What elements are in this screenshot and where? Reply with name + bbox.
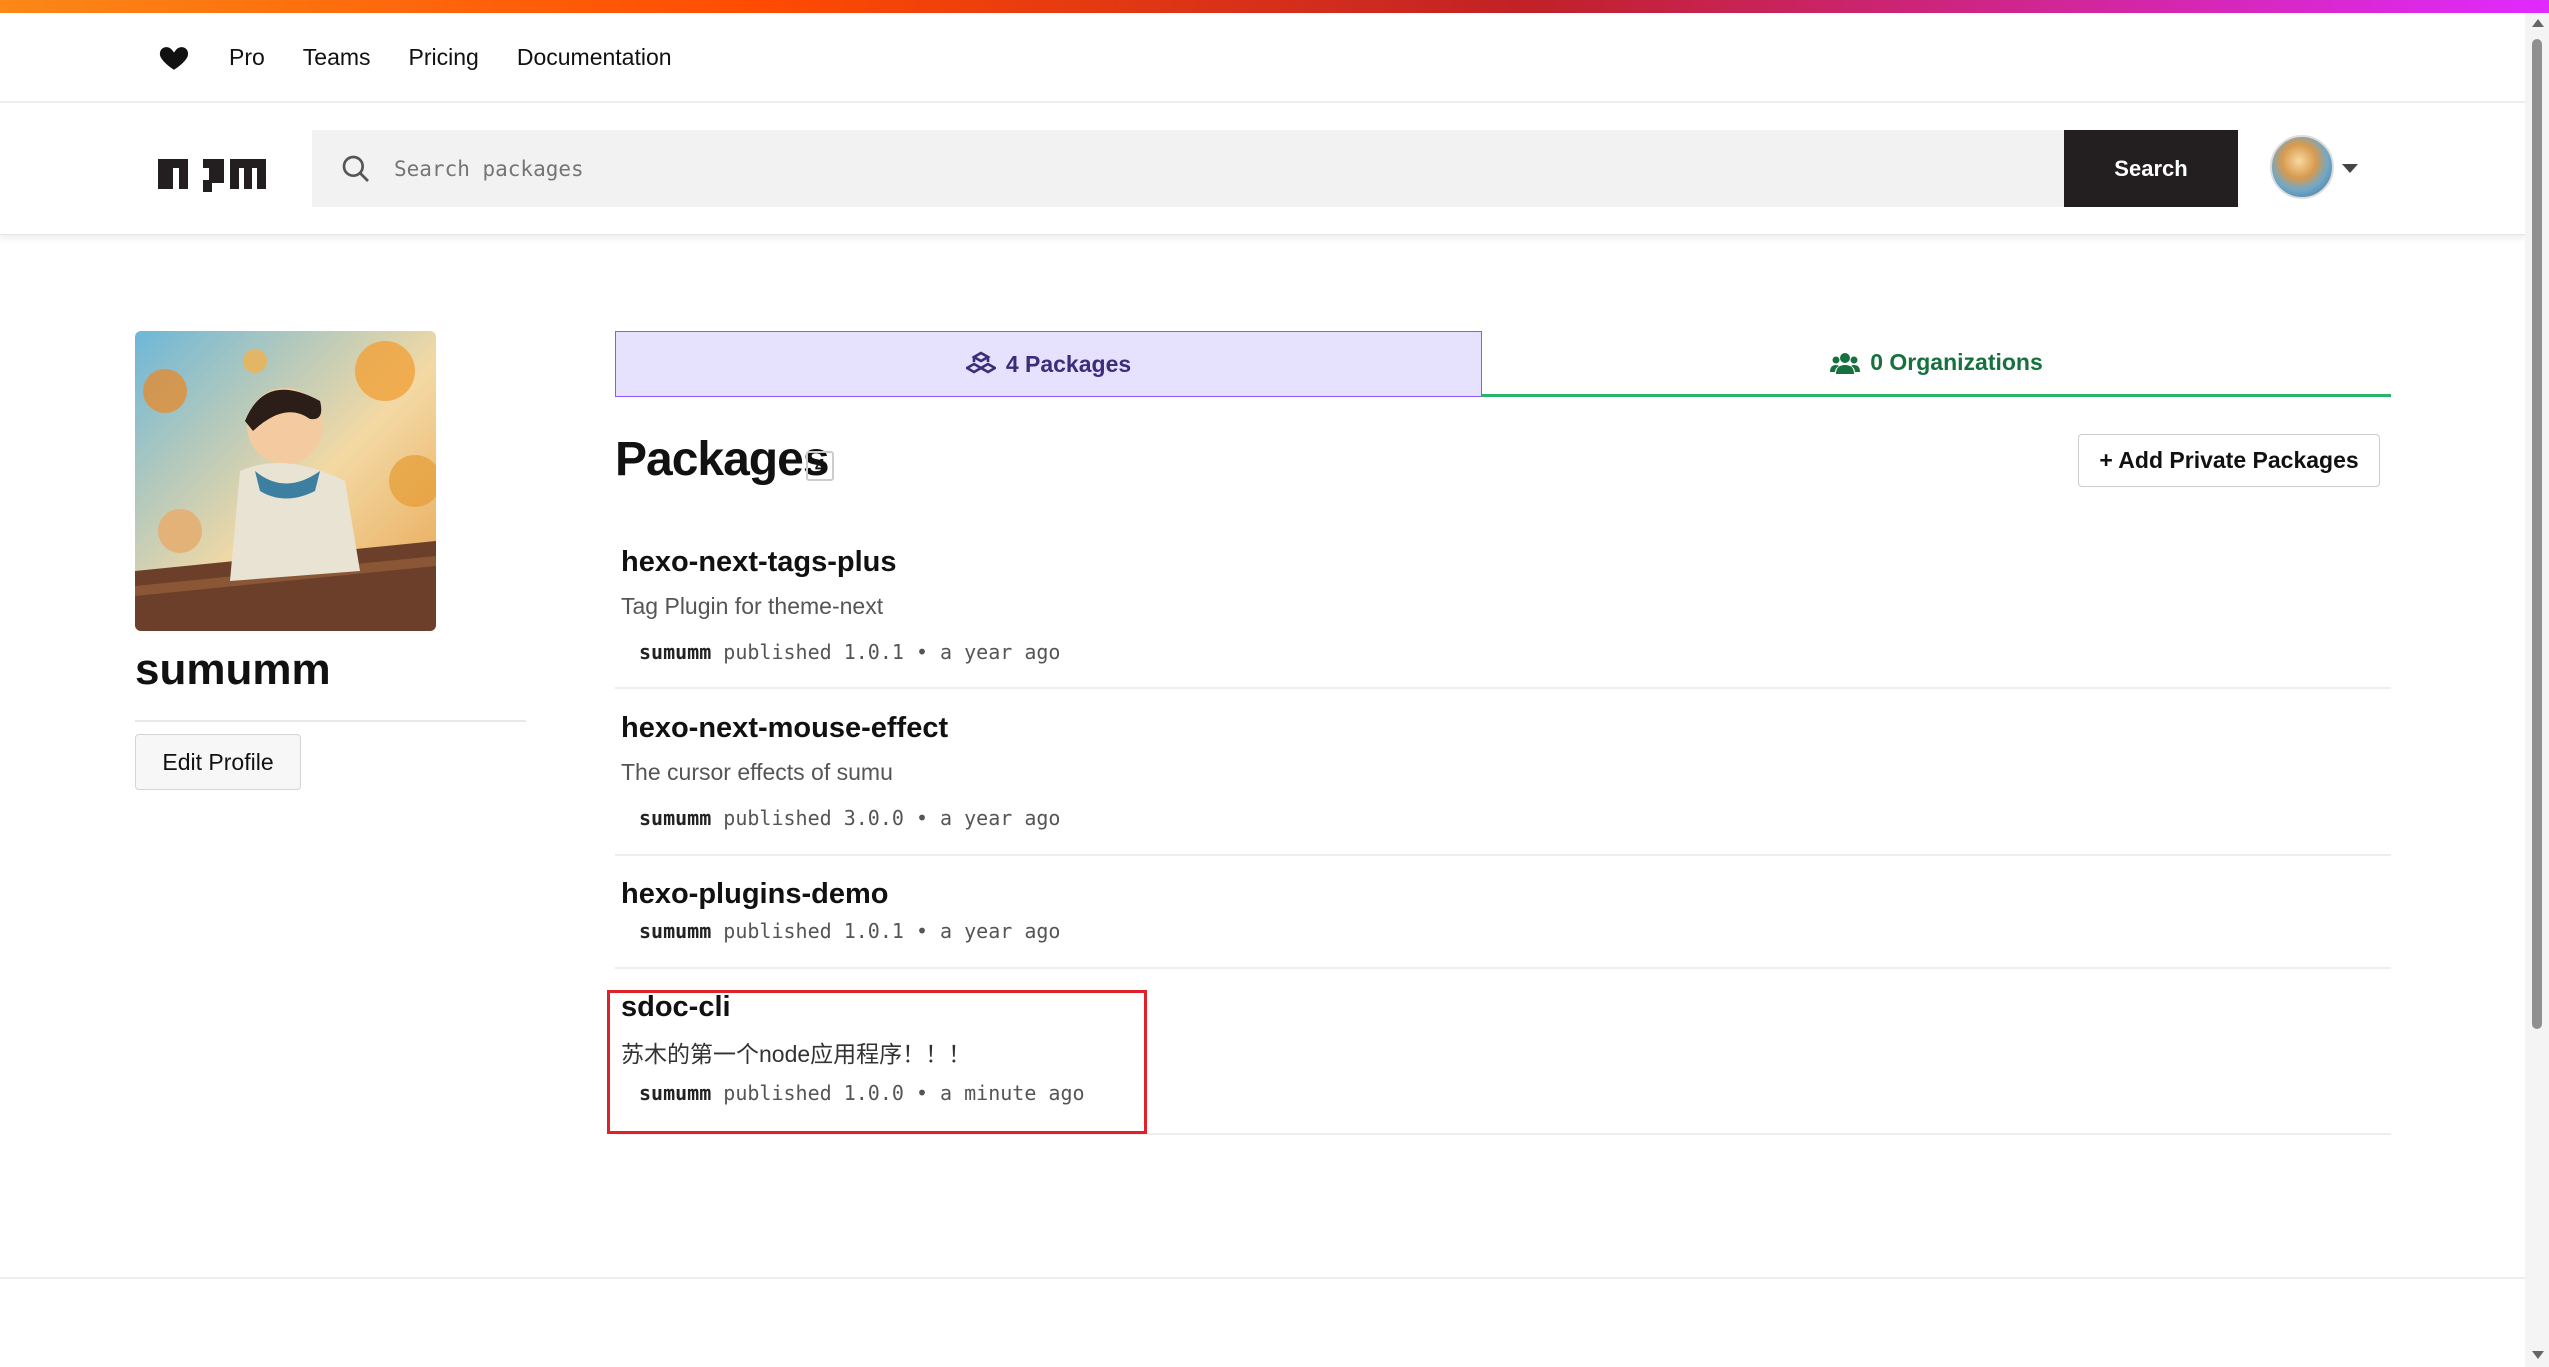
- publish-details: published 1.0.1 • a year ago: [723, 919, 1061, 943]
- publisher-link[interactable]: sumumm: [639, 919, 711, 943]
- publish-details: published 3.0.0 • a year ago: [723, 806, 1061, 830]
- profile-avatar: [135, 331, 436, 631]
- profile-username: sumumm: [135, 645, 331, 694]
- heart-icon[interactable]: [157, 40, 191, 74]
- add-private-packages-button[interactable]: + Add Private Packages: [2078, 434, 2380, 487]
- tab-packages-label: 4 Packages: [1005, 350, 1132, 377]
- users-icon: [1830, 352, 1861, 374]
- nav-documentation-link[interactable]: Documentation: [517, 44, 672, 71]
- nav-teams-link[interactable]: Teams: [303, 44, 371, 71]
- packages-icon: [965, 351, 996, 374]
- brand-stripe: [0, 0, 2549, 13]
- package-name-link[interactable]: hexo-next-mouse-effect: [621, 712, 948, 745]
- packages-count-badge: 4: [806, 451, 834, 481]
- nav-pricing-link[interactable]: Pricing: [409, 44, 479, 71]
- package-publish-info: sumumm published 3.0.0 • a year ago: [639, 806, 1060, 830]
- publish-details: published 1.0.1 • a year ago: [723, 640, 1061, 664]
- package-publish-info: sumumm published 1.0.1 • a year ago: [639, 640, 1060, 664]
- package-list-item: hexo-next-tags-plus Tag Plugin for theme…: [615, 530, 2391, 689]
- package-name-link[interactable]: hexo-plugins-demo: [621, 878, 888, 911]
- package-list-item: hexo-next-mouse-effect The cursor effect…: [615, 689, 2391, 856]
- scroll-up-arrow-icon[interactable]: [2532, 19, 2544, 27]
- npm-logo[interactable]: npm: [158, 153, 266, 195]
- edit-profile-button[interactable]: Edit Profile: [135, 734, 301, 790]
- packages-heading: Packages: [615, 433, 830, 486]
- search-icon: [342, 155, 369, 182]
- footer-divider: [0, 1277, 2525, 1279]
- highlight-box: [607, 990, 1147, 1134]
- scroll-down-arrow-icon[interactable]: [2532, 1351, 2544, 1359]
- package-description: The cursor effects of sumu: [621, 759, 893, 785]
- package-name-link[interactable]: hexo-next-tags-plus: [621, 546, 897, 579]
- package-publish-info: sumumm published 1.0.1 • a year ago: [639, 919, 1060, 943]
- divider: [135, 720, 526, 722]
- scrollbar-thumb[interactable]: [2532, 39, 2542, 1029]
- user-avatar[interactable]: [2270, 135, 2334, 199]
- tab-packages[interactable]: 4 Packages: [615, 331, 1482, 397]
- search-box: [312, 130, 2064, 207]
- publisher-link[interactable]: sumumm: [639, 806, 711, 830]
- chevron-down-icon[interactable]: [2342, 164, 2358, 173]
- scrollbar[interactable]: [2525, 13, 2549, 1367]
- tab-organizations[interactable]: 0 Organizations: [1482, 331, 2391, 397]
- package-description: Tag Plugin for theme-next: [621, 593, 884, 619]
- nav-pro-link[interactable]: Pro: [229, 44, 265, 71]
- publisher-link[interactable]: sumumm: [639, 640, 711, 664]
- top-nav: Pro Teams Pricing Documentation: [0, 13, 2525, 103]
- site-header: npm Search: [0, 105, 2525, 235]
- package-list-item: hexo-plugins-demo sumumm published 1.0.1…: [615, 856, 2391, 969]
- tab-organizations-label: 0 Organizations: [1870, 349, 2043, 375]
- search-input[interactable]: [394, 156, 1994, 181]
- search-button[interactable]: Search: [2064, 130, 2238, 207]
